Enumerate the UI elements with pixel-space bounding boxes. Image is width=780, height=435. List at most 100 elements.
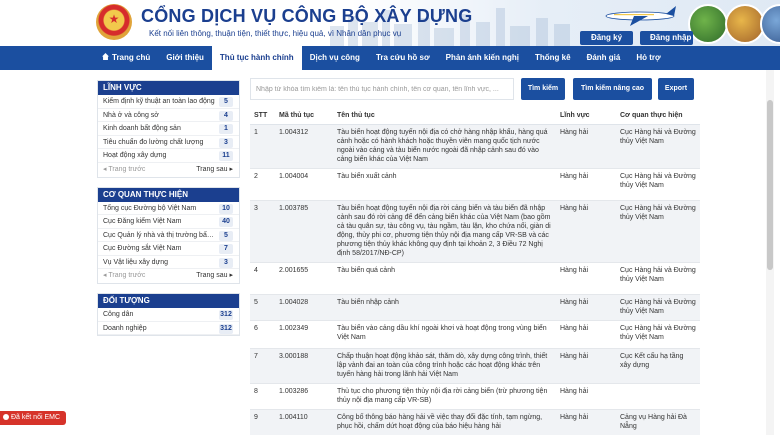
panel-linh-vuc: LĨNH VỰC Kiểm định kỹ thuật an toàn lao …	[97, 80, 240, 178]
cell-linh-vuc: Hàng hải	[556, 200, 616, 263]
search-input[interactable]	[250, 78, 514, 100]
count-badge: 11	[219, 151, 233, 161]
cell-linh-vuc: Hàng hải	[556, 348, 616, 384]
filter-item[interactable]: Nhà ở và công sở 4	[98, 109, 239, 122]
cell-ten[interactable]: Tàu biển hoạt động tuyến nội địa rời cản…	[333, 200, 556, 263]
search-button[interactable]: Tìm kiếm	[521, 78, 565, 100]
cell-linh-vuc: Hàng hải	[556, 262, 616, 295]
filter-item-label: Tổng cục Đường bộ Việt Nam	[103, 204, 197, 212]
cell-ten[interactable]: Tàu biển quá cảnh	[333, 262, 556, 295]
cell-ma: 1.004312	[275, 124, 333, 169]
cell-ten[interactable]: Tàu biển nhập cảnh	[333, 294, 556, 321]
cell-stt: 1	[250, 124, 275, 169]
filter-item[interactable]: Kinh doanh bất động sản 1	[98, 122, 239, 136]
site-subtitle: Kết nối liên thông, thuận tiện, thiết th…	[149, 29, 402, 38]
cell-ten[interactable]: Tàu biển xuất cảnh	[333, 168, 556, 201]
table-row[interactable]: 8 1.003286 Thủ tục cho phương tiện thủy …	[250, 383, 700, 410]
filter-item[interactable]: Cục Đăng kiểm Việt Nam 40	[98, 215, 239, 229]
filter-item-label: Cục Quản lý nhà và thị trường bất động..…	[103, 231, 215, 239]
nav-ho-tro[interactable]: Hỏ trợ	[628, 46, 668, 70]
photo-circle-3	[760, 4, 780, 44]
filter-sidebar: LĨNH VỰC Kiểm định kỹ thuật an toàn lao …	[97, 80, 240, 345]
count-badge: 4	[219, 110, 233, 121]
next-page-link[interactable]: Trang sau ▸	[196, 269, 233, 283]
nav-dich-vu-cong[interactable]: Dịch vụ công	[302, 46, 368, 70]
next-page-label: Trang sau	[196, 272, 228, 279]
nav-gioi-thieu[interactable]: Giới thiệu	[158, 46, 212, 70]
cell-ma: 2.001655	[275, 262, 333, 295]
cell-co-quan: Cục Hàng hải và Đường thủy Việt Nam	[616, 320, 700, 349]
filter-item[interactable]: Vụ Vật liệu xây dựng 3	[98, 256, 239, 269]
advanced-search-button[interactable]: Tìm kiếm nâng cao	[573, 78, 652, 100]
filter-item[interactable]: Tổng cục Đường bộ Việt Nam 10	[98, 202, 239, 215]
filter-item-label: Doanh nghiệp	[103, 324, 147, 332]
export-button[interactable]: Export	[658, 78, 694, 100]
table-row[interactable]: 3 1.003785 Tàu biển hoạt động tuyến nội …	[250, 200, 700, 263]
count-badge: 312	[219, 310, 233, 320]
cell-ten[interactable]: Tàu biển hoạt động tuyến nội địa có chở …	[333, 124, 556, 169]
table-row[interactable]: 1 1.004312 Tàu biển hoạt động tuyến nội …	[250, 124, 700, 169]
filter-item-label: Công dân	[103, 311, 134, 318]
cell-ten[interactable]: Công bố thông báo hàng hải về việc thay …	[333, 409, 556, 435]
main-nav: Trang chủ Giới thiệu Thủ tục hành chính …	[0, 46, 780, 70]
cell-linh-vuc: Hàng hải	[556, 320, 616, 349]
filter-item[interactable]: Công dân 312	[98, 308, 239, 322]
table-row[interactable]: 2 1.004004 Tàu biển xuất cảnh Hàng hải C…	[250, 168, 700, 201]
emc-badge[interactable]: Đã kết nối EMC	[0, 411, 66, 425]
count-badge: 3	[219, 137, 233, 148]
count-badge: 1	[219, 124, 233, 134]
airplane-image	[605, 6, 676, 26]
nav-thong-ke[interactable]: Thống kê	[527, 46, 579, 70]
next-page-link[interactable]: Trang sau ▸	[196, 163, 233, 177]
cell-co-quan: Cục Hàng hải và Đường thủy Việt Nam	[616, 168, 700, 201]
home-icon	[102, 53, 109, 60]
cell-stt: 5	[250, 294, 275, 321]
cell-linh-vuc: Hàng hải	[556, 168, 616, 201]
nav-home-label: Trang chủ	[112, 53, 151, 62]
page-scrollbar[interactable]	[766, 70, 774, 435]
filter-item-label: Cục Đường sắt Việt Nam	[103, 245, 182, 252]
cell-linh-vuc: Hàng hải	[556, 294, 616, 321]
table-row[interactable]: 4 2.001655 Tàu biển quá cảnh Hàng hải Cụ…	[250, 262, 700, 295]
emc-icon	[3, 414, 9, 420]
nav-thu-tuc-hanh-chinh[interactable]: Thủ tục hành chính	[211, 46, 302, 70]
nav-tra-cuu-ho-so[interactable]: Tra cứu hồ sơ	[368, 46, 438, 70]
filter-item[interactable]: Cục Quản lý nhà và thị trường bất động..…	[98, 229, 239, 242]
filter-item[interactable]: Hoạt động xây dựng 11	[98, 149, 239, 163]
photo-circle-1	[688, 4, 728, 44]
site-header: ★ CỔNG DỊCH VỤ CÔNG BỘ XÂY DỰNG Kết nối …	[0, 0, 780, 46]
col-header-linh-vuc: Lĩnh vực	[556, 107, 616, 125]
prev-page-link[interactable]: ◂ Trang trước	[103, 269, 145, 283]
register-button[interactable]: Đăng ký	[580, 31, 633, 45]
table-row[interactable]: 6 1.002349 Tàu biển vào cảng dầu khí ngo…	[250, 320, 700, 349]
filter-item-label: Tiêu chuẩn đo lường chất lượng	[103, 138, 204, 146]
cell-stt: 3	[250, 200, 275, 263]
login-button[interactable]: Đăng nhập	[640, 31, 693, 45]
cell-ten[interactable]: Chấp thuận hoạt động khảo sát, thăm dò, …	[333, 348, 556, 384]
count-badge: 312	[219, 323, 233, 334]
cell-ten[interactable]: Thủ tục cho phương tiện thủy nội địa rời…	[333, 383, 556, 410]
filter-item-label: Vụ Vật liệu xây dựng	[103, 258, 169, 266]
national-emblem-logo[interactable]: ★	[96, 4, 132, 40]
nav-danh-gia[interactable]: Đánh giá	[579, 46, 629, 70]
table-row[interactable]: 9 1.004110 Công bố thông báo hàng hải về…	[250, 409, 700, 435]
filter-item[interactable]: Doanh nghiệp 312	[98, 322, 239, 335]
prev-page-label: Trang trước	[108, 165, 146, 173]
filter-item[interactable]: Cục Đường sắt Việt Nam 7	[98, 242, 239, 256]
nav-phan-anh-kien-nghi[interactable]: Phản ánh kiến nghị	[438, 46, 527, 70]
table-row[interactable]: 7 3.000188 Chấp thuận hoạt động khảo sát…	[250, 348, 700, 384]
nav-home[interactable]: Trang chủ	[94, 46, 158, 70]
filter-item[interactable]: Tiêu chuẩn đo lường chất lượng 3	[98, 136, 239, 149]
prev-page-link[interactable]: ◂ Trang trước	[103, 163, 145, 177]
cell-ten[interactable]: Tàu biển vào cảng dầu khí ngoài khơi và …	[333, 320, 556, 349]
panel-doi-tuong: ĐỐI TƯỢNG Công dân 312 Doanh nghiệp 312	[97, 293, 240, 336]
cell-stt: 2	[250, 168, 275, 201]
table-row[interactable]: 5 1.004028 Tàu biển nhập cảnh Hàng hải C…	[250, 294, 700, 321]
panel-co-quan-thuc-hien: CƠ QUAN THỰC HIỆN Tổng cục Đường bộ Việt…	[97, 186, 240, 284]
panel-pager: ◂ Trang trước Trang sau ▸	[98, 269, 239, 283]
col-header-ten: Tên thủ tục	[333, 107, 556, 125]
scrollbar-thumb[interactable]	[767, 100, 773, 270]
count-badge: 10	[219, 203, 233, 214]
panel-pager: ◂ Trang trước Trang sau ▸	[98, 163, 239, 177]
filter-item[interactable]: Kiểm định kỹ thuật an toàn lao động 5	[98, 95, 239, 109]
